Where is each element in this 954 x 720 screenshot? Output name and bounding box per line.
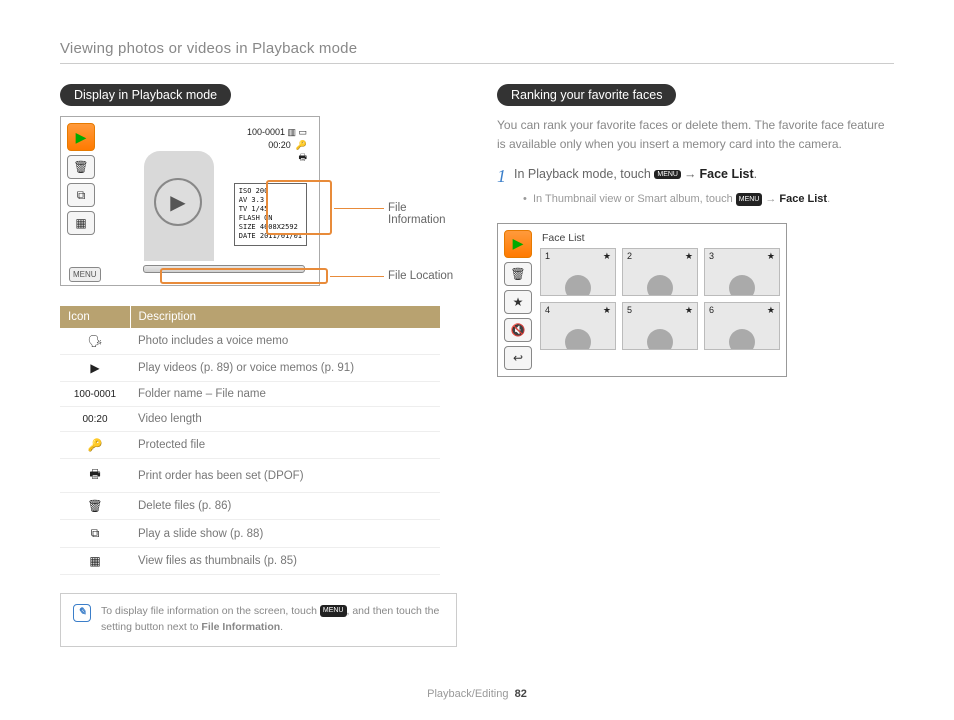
- note-icon: ✎: [73, 604, 91, 622]
- left-column: Display in Playback mode ▶ 🗑 ⧉ ▦ ▶ 100-0…: [60, 84, 457, 647]
- slideshow-icon: ⧉: [67, 183, 95, 207]
- face-cell: 2★: [622, 248, 698, 296]
- step-text: In Playback mode, touch MENU→Face List.: [514, 167, 757, 181]
- intro-text: You can rank your favorite faces or dele…: [497, 116, 894, 153]
- trash-icon: 🗑: [67, 155, 95, 179]
- page-title: Viewing photos or videos in Playback mod…: [60, 40, 894, 57]
- highlight-info: [266, 180, 332, 235]
- screen-sidebar: ▶ 🗑 ⧉ ▦: [67, 123, 99, 279]
- table-row: 00:20Video length: [60, 407, 440, 432]
- table-row: 🔑Protected file: [60, 432, 440, 459]
- step-1: 1 In Playback mode, touch MENU→Face List…: [497, 167, 894, 185]
- trash-icon: 🗑: [504, 262, 532, 286]
- rank-icon: ★: [504, 290, 532, 314]
- face-cell: 6★: [704, 302, 780, 350]
- menu-chip-icon: MENU: [736, 193, 763, 206]
- note-text: To display file information on the scree…: [101, 604, 444, 636]
- callout-file-location: File Location: [388, 270, 453, 282]
- face-list-screen: ▶ 🗑 ★ 🔇 ↩ Face List 1★ 2★ 3★ 4★ 5★ 6★: [497, 223, 787, 377]
- th-icon: Icon: [60, 306, 130, 328]
- th-desc: Description: [130, 306, 440, 328]
- face-cell: 5★: [622, 302, 698, 350]
- icon-description-table: Icon Description 🗣Photo includes a voice…: [60, 306, 440, 575]
- back-icon: ↩: [504, 346, 532, 370]
- top-right-info: 100-0001 ▥ ▭ 00:20 🔑 🖶: [247, 126, 307, 164]
- big-play-icon: ▶: [154, 178, 202, 226]
- menu-chip-icon: MENU: [654, 170, 681, 179]
- sound-off-icon: 🔇: [504, 318, 532, 342]
- page-footer: Playback/Editing 82: [0, 688, 954, 700]
- table-row: 🗣Photo includes a voice memo: [60, 328, 440, 355]
- menu-button-icon: MENU: [69, 267, 101, 282]
- table-row: 100-0001Folder name – File name: [60, 382, 440, 407]
- section-pill-playback: Display in Playback mode: [60, 84, 231, 106]
- table-row: ▶Play videos (p. 89) or voice memos (p. …: [60, 355, 440, 382]
- face-cell: 4★: [540, 302, 616, 350]
- playback-screen-figure: ▶ 🗑 ⧉ ▦ ▶ 100-0001 ▥ ▭ 00:20 🔑 🖶 ISO 200: [60, 116, 457, 286]
- play-thumb-icon: ▶: [67, 123, 95, 151]
- play-thumb-icon: ▶: [504, 230, 532, 258]
- table-row: 🗑Delete files (p. 86): [60, 493, 440, 520]
- right-column: Ranking your favorite faces You can rank…: [497, 84, 894, 647]
- callout-line-info: [334, 208, 384, 209]
- face-cell: 1★: [540, 248, 616, 296]
- table-row: ▦View files as thumbnails (p. 85): [60, 548, 440, 575]
- face-grid: 1★ 2★ 3★ 4★ 5★ 6★: [540, 248, 780, 350]
- menu-chip-icon: MENU: [320, 605, 347, 618]
- note-box: ✎ To display file information on the scr…: [60, 593, 457, 647]
- callout-line-loc: [330, 276, 384, 277]
- face-cell: 3★: [704, 248, 780, 296]
- highlight-location: [160, 268, 328, 284]
- table-row: ⧉Play a slide show (p. 88): [60, 520, 440, 548]
- thumbnail-icon: ▦: [67, 211, 95, 235]
- face-list-label: Face List: [542, 232, 780, 244]
- step-number: 1: [497, 167, 506, 185]
- section-pill-ranking: Ranking your favorite faces: [497, 84, 676, 106]
- divider: [60, 63, 894, 64]
- face-sidebar: ▶ 🗑 ★ 🔇 ↩: [504, 230, 534, 370]
- sub-bullet: • In Thumbnail view or Smart album, touc…: [523, 191, 894, 209]
- callout-file-information: File Information: [388, 202, 457, 226]
- table-row: 🖶Print order has been set (DPOF): [60, 459, 440, 493]
